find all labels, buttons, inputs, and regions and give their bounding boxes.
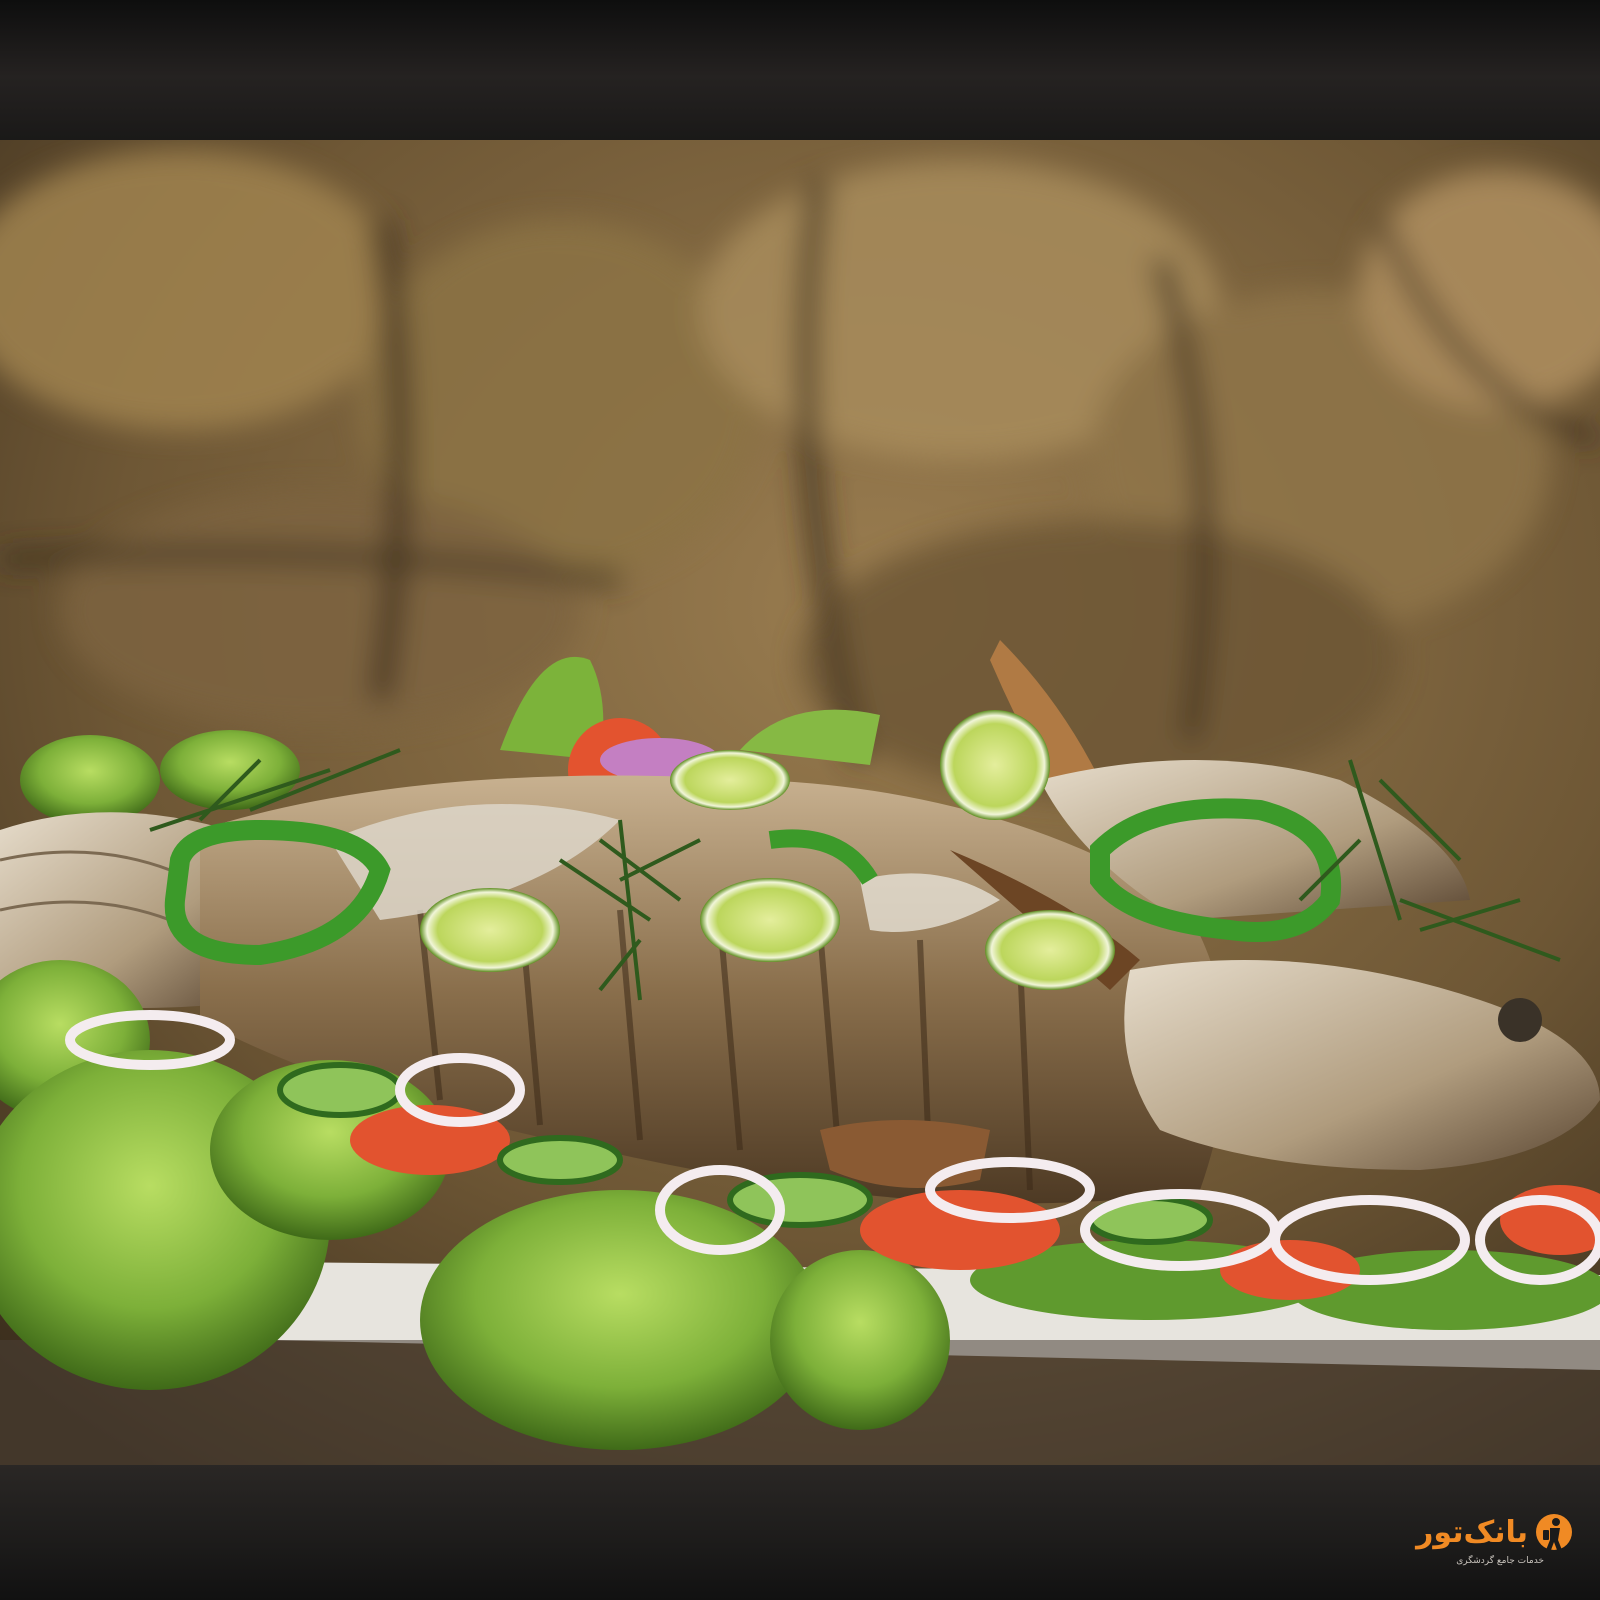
food-photo	[0, 140, 1600, 1465]
logo-tagline: خدمات جامع گردشگری	[1456, 1556, 1544, 1566]
watermark-logo: بانک‌تور خدمات جامع گردشگری	[1416, 1510, 1574, 1566]
traveler-icon	[1536, 1514, 1572, 1550]
image-frame: بانک‌تور خدمات جامع گردشگری	[0, 0, 1600, 1600]
bottom-dark-band	[0, 1465, 1600, 1600]
top-dark-band	[0, 0, 1600, 140]
logo-name: بانک‌تور	[1416, 1514, 1528, 1550]
